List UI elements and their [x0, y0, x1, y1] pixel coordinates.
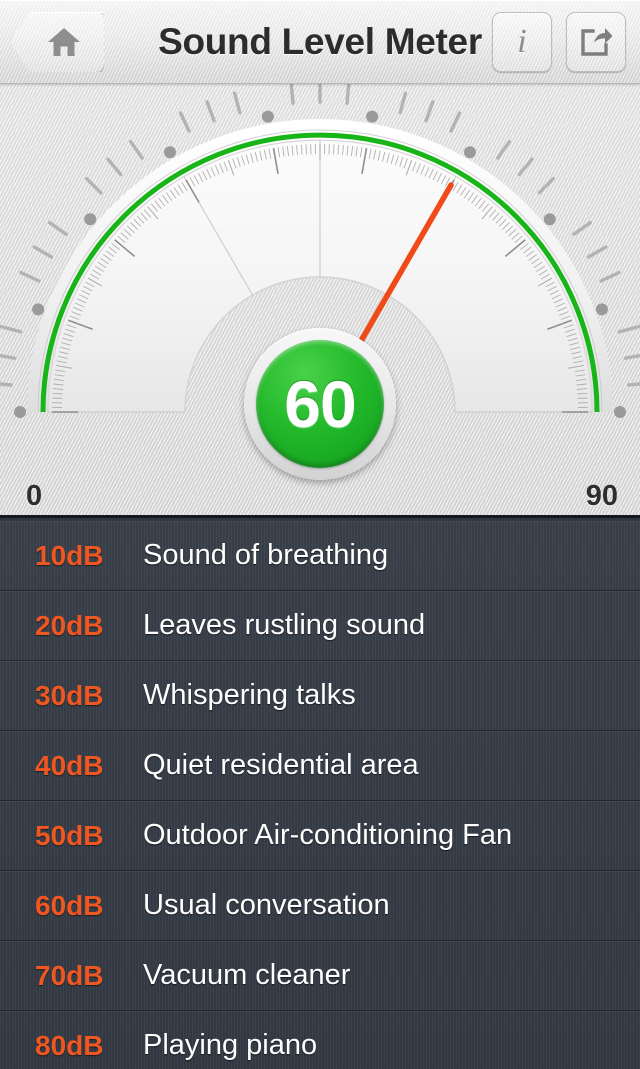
list-item[interactable]: 80dB Playing piano: [0, 1011, 640, 1069]
share-button[interactable]: [566, 12, 626, 72]
list-item-db: 70dB: [35, 959, 104, 991]
gauge-value-text: 60: [284, 367, 356, 441]
list-item-db: 20dB: [35, 609, 104, 641]
list-item-description: Playing piano: [143, 1029, 318, 1061]
navigation-bar: Sound Level Meter i: [0, 0, 640, 84]
list-item-db: 50dB: [35, 819, 104, 851]
gauge-max-label: 90: [585, 480, 618, 512]
share-icon: [581, 28, 613, 56]
list-item-description: Leaves rustling sound: [143, 609, 426, 641]
list-item[interactable]: 10dB Sound of breathing: [0, 521, 640, 591]
list-item-description: Sound of breathing: [143, 539, 389, 571]
list-item-db: 40dB: [35, 749, 104, 781]
info-button[interactable]: i: [492, 12, 552, 72]
gauge-value-knob: 60: [244, 328, 396, 480]
list-item-db: 60dB: [35, 889, 104, 921]
list-item-db: 80dB: [35, 1029, 104, 1061]
list-item[interactable]: 50dB Outdoor Air-conditioning Fan: [0, 801, 640, 871]
list-item-db: 10dB: [35, 539, 104, 571]
list-item-description: Quiet residential area: [143, 749, 419, 781]
gauge-min-label: 0: [26, 480, 43, 512]
gauge-panel: dB 0 90 60: [0, 84, 640, 518]
list-item[interactable]: 60dB Usual conversation: [0, 871, 640, 941]
list-item[interactable]: 30dB Whispering talks: [0, 661, 640, 731]
list-item[interactable]: 40dB Quiet residential area: [0, 731, 640, 801]
list-item[interactable]: 70dB Vacuum cleaner: [0, 941, 640, 1011]
list-item-description: Vacuum cleaner: [143, 959, 351, 991]
list-item-description: Whispering talks: [143, 679, 356, 711]
reference-list: 10dB Sound of breathing 20dB Leaves rustlin…: [0, 521, 640, 1069]
list-item-description: Outdoor Air-conditioning Fan: [143, 819, 513, 851]
info-icon: i: [517, 23, 527, 60]
list-item[interactable]: 20dB Leaves rustling sound: [0, 591, 640, 661]
gauge-value-circle: 60: [256, 340, 384, 468]
app-root: Sound Level Meter i 0 90 60 10dB Sound o…: [0, 0, 640, 1069]
list-item-db: 30dB: [35, 679, 104, 711]
list-item-description: Usual conversation: [143, 889, 390, 921]
